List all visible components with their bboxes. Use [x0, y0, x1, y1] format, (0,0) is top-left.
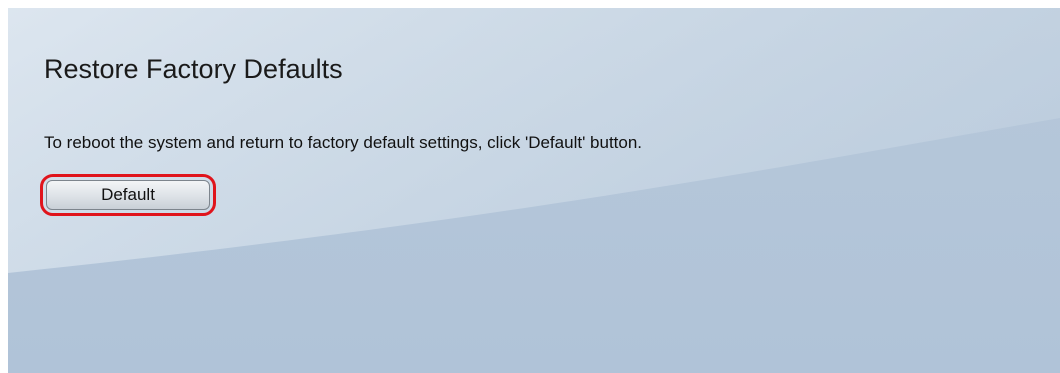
page-title: Restore Factory Defaults: [44, 54, 343, 84]
content-panel: Restore Factory Defaults To reboot the s…: [8, 8, 1060, 373]
instructions-text: To reboot the system and return to facto…: [44, 133, 643, 152]
default-button[interactable]: Default: [46, 180, 210, 210]
